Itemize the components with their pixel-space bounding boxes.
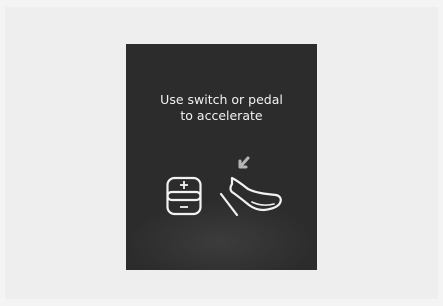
message-line-1: Use switch or pedal — [160, 92, 283, 107]
acceleration-hint-message: Use switch or pedal to accelerate — [126, 92, 317, 124]
acceleration-hint-panel: Use switch or pedal to accelerate — [126, 44, 317, 270]
message-line-2: to accelerate — [180, 108, 263, 123]
accelerator-switch-icon — [165, 169, 205, 217]
foot-pedal-icon — [218, 154, 288, 220]
